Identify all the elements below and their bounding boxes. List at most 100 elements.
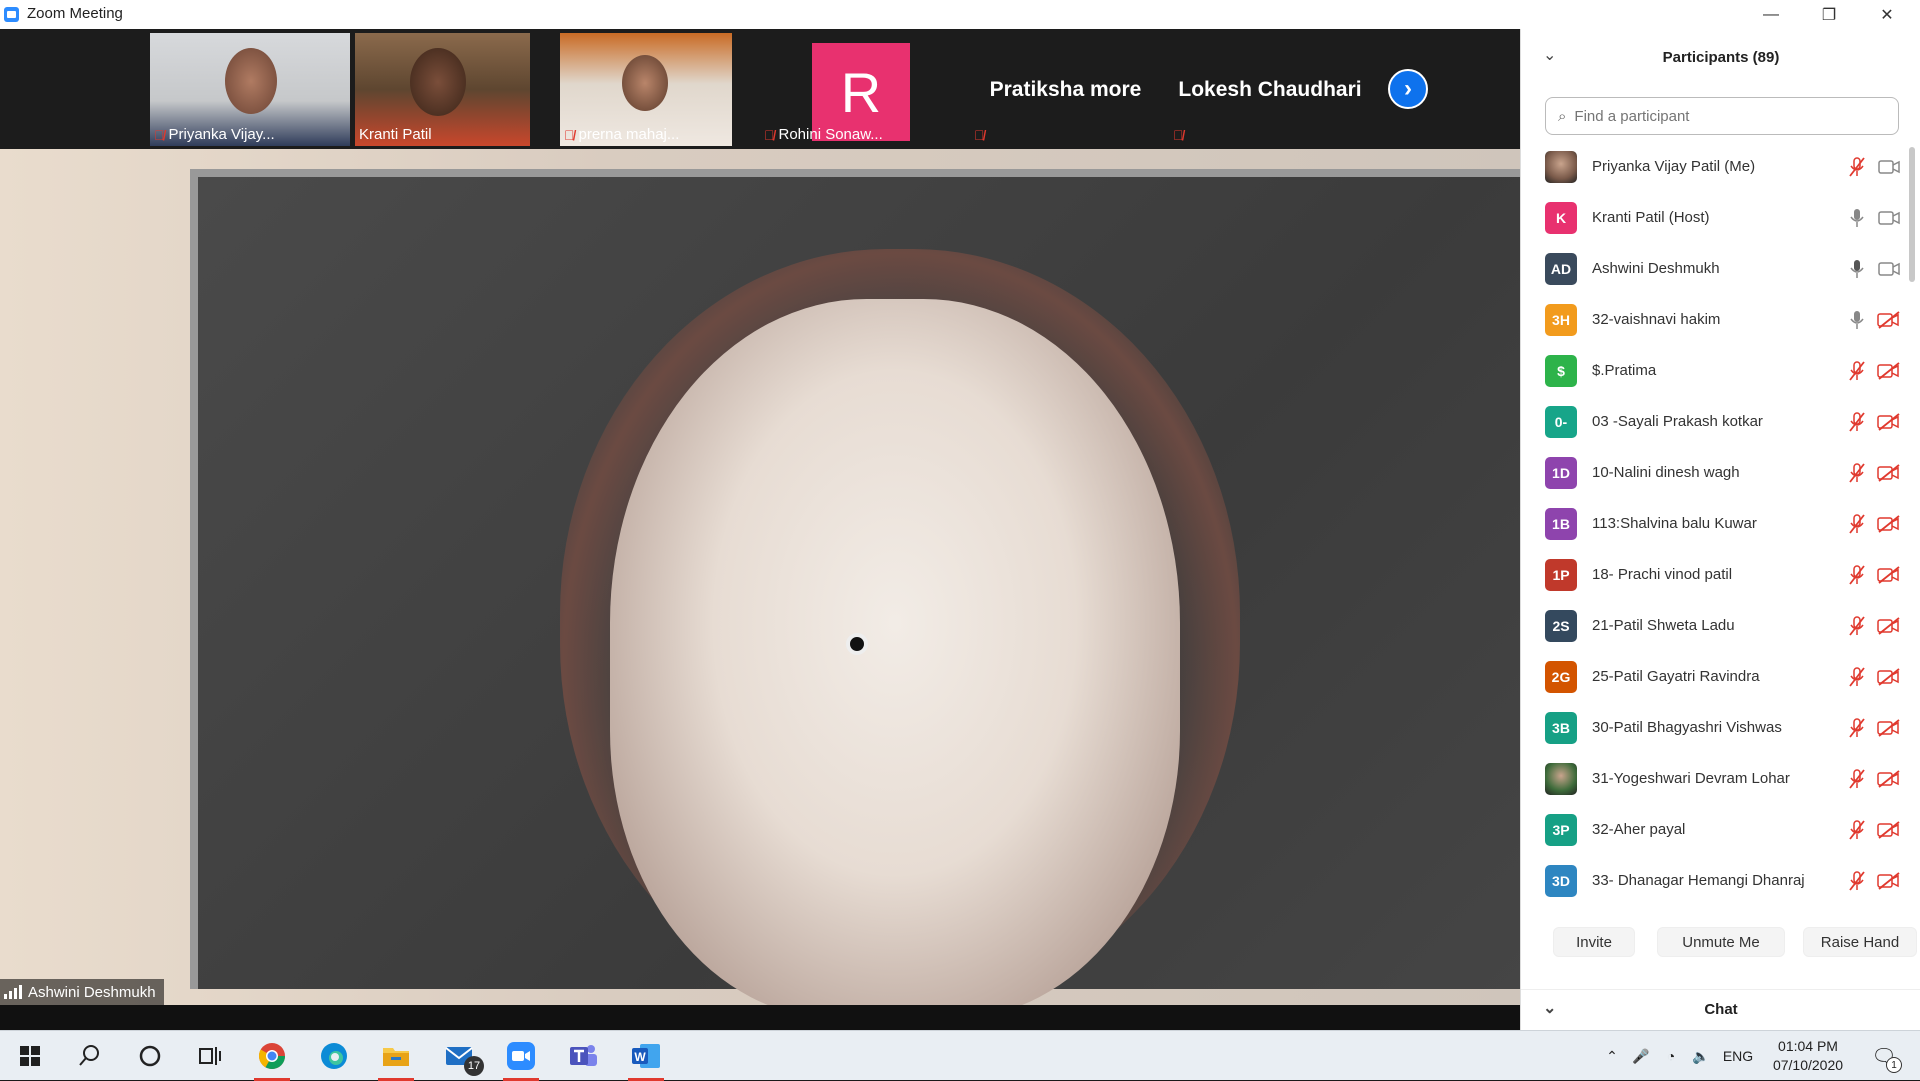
video-tile[interactable]: Pratiksha more 🎙̸ <box>968 33 1163 146</box>
chat-title: Chat <box>1704 1001 1738 1018</box>
clock[interactable]: 01:04 PM 07/10/2020 <box>1760 1037 1856 1075</box>
microphone-icon: 🎤 <box>1632 1047 1650 1064</box>
avatar: AD <box>1545 252 1577 285</box>
active-speaker-video[interactable]: Ashwini Deshmukh <box>0 149 1520 1005</box>
avatar: $ <box>1545 354 1577 387</box>
chrome-icon <box>258 1043 286 1070</box>
close-button[interactable]: ✕ <box>1858 0 1916 29</box>
speaker-name-label: Ashwini Deshmukh <box>0 979 164 1005</box>
title-bar: Zoom Meeting — ❐ ✕ <box>0 0 1920 29</box>
participant-row[interactable]: K Kranti Patil (Host) <box>1521 192 1913 243</box>
taskbar-word[interactable]: W <box>620 1031 672 1081</box>
participant-name: 18- Prachi vinod patil <box>1592 566 1733 583</box>
video-tile[interactable]: Kranti Patil <box>355 33 530 146</box>
video-off-icon <box>1876 360 1902 382</box>
action-center-button[interactable]: 🗨 1 <box>1864 1031 1904 1081</box>
participant-row[interactable]: 31-Yogeshwari Devram Lohar <box>1521 753 1913 804</box>
chat-header[interactable]: ⌄ Chat <box>1521 989 1920 1029</box>
taskbar-teams[interactable] <box>557 1031 609 1081</box>
window-title: Zoom Meeting <box>27 5 123 22</box>
speaker-face <box>610 299 1180 1005</box>
chevron-up-icon: ⌃ <box>1606 1047 1618 1064</box>
participant-name: Priyanka Vijay Patil (Me) <box>1592 158 1756 175</box>
video-tile[interactable]: 🎙̸ prerna mahaj... <box>560 33 732 146</box>
video-off-icon <box>1876 411 1902 433</box>
avatar <box>1545 762 1577 795</box>
avatar: 0- <box>1545 405 1577 438</box>
start-icon <box>20 1046 40 1066</box>
participants-header: Participants (89) <box>1662 48 1780 66</box>
muted-mic-icon <box>1846 870 1868 892</box>
taskbar-file-explorer[interactable] <box>370 1031 422 1081</box>
taskbar-zoom[interactable] <box>495 1031 547 1081</box>
microphone-tray[interactable]: 🎤 <box>1628 1031 1654 1081</box>
task-view-button[interactable] <box>184 1031 236 1081</box>
participant-name: 10-Nalini dinesh wagh <box>1592 464 1740 481</box>
video-off-icon <box>1876 768 1902 790</box>
video-off-icon <box>1876 513 1902 535</box>
avatar <box>1545 150 1577 183</box>
participant-name: 32-Aher payal <box>1592 821 1686 838</box>
participant-row[interactable]: 0- 03 -Sayali Prakash kotkar <box>1521 396 1913 447</box>
mic-icon <box>1846 207 1868 229</box>
cortana-button[interactable] <box>124 1031 176 1081</box>
gallery-strip: 🎙̸ Priyanka Vijay... Kranti Patil 🎙̸ prern… <box>0 29 1520 149</box>
taskbar-chrome[interactable] <box>246 1031 298 1081</box>
participant-row[interactable]: 2G 25-Patil Gayatri Ravindra <box>1521 651 1913 702</box>
file-explorer-icon <box>383 1048 409 1066</box>
cortana-icon <box>139 1045 161 1067</box>
avatar: 1B <box>1545 507 1577 540</box>
muted-mic-icon <box>1846 564 1868 586</box>
participant-name: $.Pratima <box>1592 362 1657 379</box>
gallery-next-button[interactable]: › <box>1388 69 1428 109</box>
participant-row[interactable]: 3D 33- Dhanagar Hemangi Dhanraj <box>1521 855 1913 901</box>
search-input[interactable] <box>1574 107 1875 125</box>
video-icon <box>1876 156 1902 178</box>
participant-row[interactable]: 3H 32-vaishnavi hakim <box>1521 294 1913 345</box>
participant-name: 25-Patil Gayatri Ravindra <box>1592 668 1760 685</box>
taskbar-edge[interactable] <box>308 1031 360 1081</box>
zoom-app-icon <box>4 7 19 22</box>
video-tile[interactable]: R 🎙̸ Rohini Sonaw... <box>760 33 960 146</box>
raise-hand-button[interactable]: Raise Hand <box>1803 927 1917 957</box>
taskbar-mail[interactable]: 17 <box>434 1031 486 1081</box>
word-icon: W <box>632 1044 660 1068</box>
participant-search[interactable]: ⌕ <box>1545 97 1899 135</box>
invite-button[interactable]: Invite <box>1553 927 1635 957</box>
restore-button[interactable]: ❐ <box>1800 0 1858 29</box>
video-tile[interactable]: Lokesh Chaudhari 🎙̸ <box>1170 33 1370 146</box>
edge-icon <box>321 1043 347 1069</box>
chevron-down-icon[interactable]: ⌄ <box>1543 998 1556 1018</box>
muted-mic-icon: 🎙̸ <box>564 126 575 143</box>
avatar: 3D <box>1545 864 1577 897</box>
video-off-icon <box>1876 819 1902 841</box>
show-hidden-icons-button[interactable]: ⌃ <box>1600 1031 1624 1081</box>
participant-row[interactable]: 3B 30-Patil Bhagyashri Vishwas <box>1521 702 1913 753</box>
participant-row[interactable]: AD Ashwini Deshmukh <box>1521 243 1913 294</box>
volume-tray[interactable]: 🔈 <box>1688 1031 1714 1081</box>
participant-row[interactable]: 3P 32-Aher payal <box>1521 804 1913 855</box>
video-off-icon <box>1876 717 1902 739</box>
start-button[interactable] <box>4 1031 56 1081</box>
video-tile[interactable]: 🎙̸ Priyanka Vijay... <box>150 33 350 146</box>
participant-row[interactable]: Priyanka Vijay Patil (Me) <box>1521 141 1913 192</box>
participant-name: 32-vaishnavi hakim <box>1592 311 1721 328</box>
scrollbar-thumb[interactable] <box>1909 147 1915 282</box>
language-indicator[interactable]: ENG <box>1720 1031 1756 1081</box>
participant-row[interactable]: 2S 21-Patil Shweta Ladu <box>1521 600 1913 651</box>
unmute-me-button[interactable]: Unmute Me <box>1657 927 1785 957</box>
muted-mic-icon <box>1846 411 1868 433</box>
participant-row[interactable]: $ $.Pratima <box>1521 345 1913 396</box>
minimize-button[interactable]: — <box>1742 0 1800 29</box>
wifi-icon: ◔ <box>1666 1048 1676 1064</box>
speaker-name: Ashwini Deshmukh <box>28 983 156 1001</box>
participant-row[interactable]: 1P 18- Prachi vinod patil <box>1521 549 1913 600</box>
participant-row[interactable]: 1D 10-Nalini dinesh wagh <box>1521 447 1913 498</box>
network-tray[interactable]: ◔ <box>1658 1031 1684 1081</box>
participant-scrollbar[interactable] <box>1908 141 1916 901</box>
taskbar-search-button[interactable] <box>64 1031 116 1081</box>
participant-row[interactable]: 1B 113:Shalvina balu Kuwar <box>1521 498 1913 549</box>
clock-date: 07/10/2020 <box>1772 1057 1844 1073</box>
participant-face <box>622 55 668 111</box>
participant-name: 33- Dhanagar Hemangi Dhanraj <box>1592 872 1805 889</box>
